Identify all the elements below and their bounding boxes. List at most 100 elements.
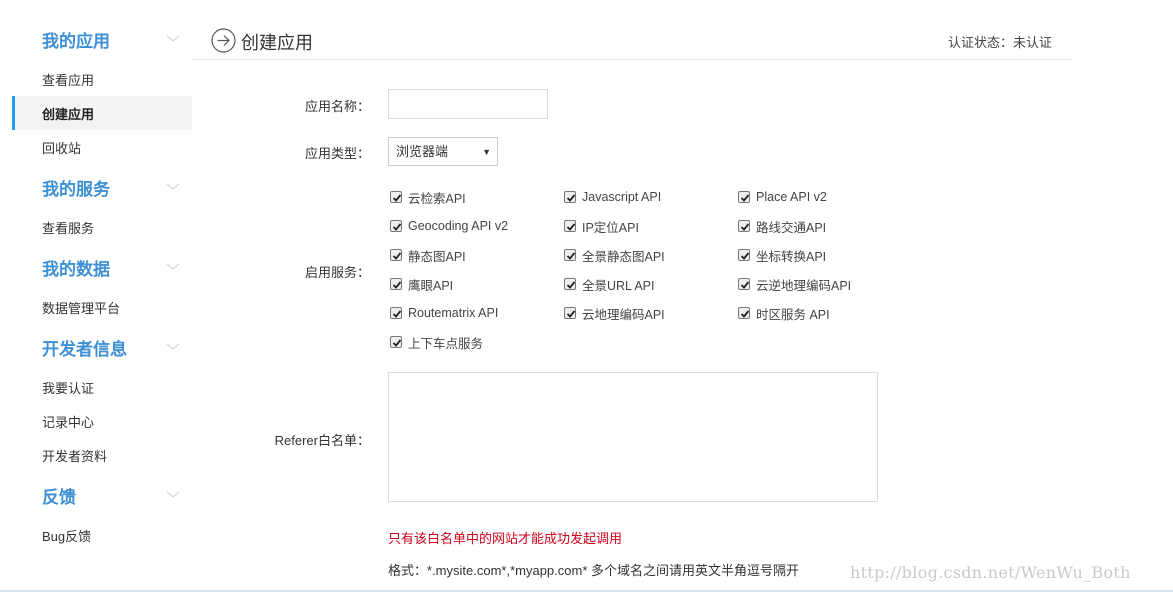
checkmark-icon — [392, 339, 402, 347]
page-title: 创建应用 — [241, 33, 313, 53]
service-label: Place API v2 — [756, 190, 827, 204]
service-label: IP定位API — [582, 220, 639, 235]
sidebar-section-my-data[interactable]: 我的数据 — [12, 244, 192, 290]
service-label: 静态图API — [408, 249, 466, 264]
checkmark-icon — [740, 310, 750, 318]
referer-warning-text: 只有该白名单中的网站才能成功发起调用 — [388, 531, 623, 546]
sidebar-item-create-app[interactable]: 创建应用 — [12, 96, 192, 130]
checkmark-icon — [392, 194, 402, 202]
service-option[interactable]: 全景静态图API — [564, 246, 738, 264]
service-checkbox[interactable] — [390, 336, 402, 348]
checkmark-icon — [392, 223, 402, 231]
service-checkbox[interactable] — [390, 191, 402, 203]
service-label: 云逆地理编码API — [756, 278, 852, 293]
service-option[interactable]: 全景URL API — [564, 275, 738, 293]
app-name-label: 应用名称： — [304, 99, 370, 114]
app-name-input[interactable] — [388, 89, 548, 119]
checkmark-icon — [566, 252, 576, 260]
service-label: Routematrix API — [408, 306, 499, 320]
watermark: http://blog.csdn.net/WenWu_Both — [850, 563, 1131, 582]
sidebar-item-developer-profile[interactable]: 开发者资料 — [12, 438, 192, 472]
service-checkbox[interactable] — [564, 249, 576, 261]
dropdown-arrow-icon: ▼ — [482, 147, 491, 157]
service-option[interactable]: 鹰眼API — [390, 275, 564, 293]
service-option[interactable]: 云地理编码API — [564, 304, 738, 322]
services-checkbox-group: 云检索API Javascript API Place API v2 Geocodin… — [390, 188, 910, 362]
sidebar-section-title: 我的数据 — [42, 259, 110, 279]
service-option[interactable]: Javascript API — [564, 188, 738, 206]
services-label: 启用服务： — [304, 265, 370, 280]
service-option[interactable]: 上下车点服务 — [390, 333, 564, 351]
service-checkbox[interactable] — [738, 307, 750, 319]
service-checkbox[interactable] — [564, 220, 576, 232]
service-checkbox[interactable] — [390, 307, 402, 319]
chevron-down-icon — [166, 183, 180, 190]
sidebar-section-title: 开发者信息 — [42, 339, 127, 359]
checkmark-icon — [566, 310, 576, 318]
service-label: 路线交通API — [756, 220, 827, 235]
service-checkbox[interactable] — [564, 191, 576, 203]
checkmark-icon — [566, 194, 576, 202]
service-option[interactable]: 静态图API — [390, 246, 564, 264]
sidebar-item-view-apps[interactable]: 查看应用 — [12, 62, 192, 96]
service-option[interactable]: 云逆地理编码API — [738, 275, 910, 293]
service-checkbox[interactable] — [738, 249, 750, 261]
service-checkbox[interactable] — [390, 249, 402, 261]
chevron-down-icon — [166, 491, 180, 498]
service-option[interactable]: Place API v2 — [738, 188, 910, 206]
arrow-right-circle-icon — [211, 28, 236, 53]
service-label: 云检索API — [408, 191, 466, 206]
checkmark-icon — [740, 194, 750, 202]
checkmark-icon — [566, 281, 576, 289]
sidebar-section-my-services[interactable]: 我的服务 — [12, 164, 192, 210]
service-option[interactable]: IP定位API — [564, 217, 738, 235]
service-label: 全景URL API — [582, 278, 655, 293]
chevron-down-icon — [166, 263, 180, 270]
app-type-label: 应用类型： — [304, 146, 370, 161]
service-label: 鹰眼API — [408, 278, 454, 293]
service-option[interactable]: 时区服务 API — [738, 304, 910, 322]
app-type-select[interactable]: 浏览器端 ▼ — [388, 137, 498, 166]
bottom-divider — [0, 590, 1173, 592]
service-option[interactable]: 路线交通API — [738, 217, 910, 235]
app-type-selected-value: 浏览器端 — [396, 144, 449, 159]
service-checkbox[interactable] — [390, 220, 402, 232]
service-label: 时区服务 API — [756, 307, 830, 322]
service-checkbox[interactable] — [738, 191, 750, 203]
sidebar-section-feedback[interactable]: 反馈 — [12, 472, 192, 518]
service-checkbox[interactable] — [738, 220, 750, 232]
service-option[interactable]: Routematrix API — [390, 304, 564, 322]
sidebar: 我的应用 查看应用 创建应用 回收站 我的服务 查看服务 我的数据 数据管理平台… — [12, 16, 192, 552]
referer-whitelist-textarea[interactable] — [388, 372, 878, 502]
service-option[interactable]: 云检索API — [390, 188, 564, 206]
sidebar-item-bug-feedback[interactable]: Bug反馈 — [12, 518, 192, 552]
sidebar-item-records[interactable]: 记录中心 — [12, 404, 192, 438]
checkmark-icon — [392, 281, 402, 289]
service-checkbox[interactable] — [390, 278, 402, 290]
sidebar-item-view-services[interactable]: 查看服务 — [12, 210, 192, 244]
checkmark-icon — [740, 252, 750, 260]
sidebar-section-title: 我的应用 — [42, 31, 110, 51]
checkmark-icon — [740, 223, 750, 231]
service-checkbox[interactable] — [738, 278, 750, 290]
sidebar-section-title: 我的服务 — [42, 179, 110, 199]
sidebar-section-my-apps[interactable]: 我的应用 — [12, 16, 192, 62]
service-label: 上下车点服务 — [408, 336, 484, 351]
service-checkbox[interactable] — [564, 278, 576, 290]
sidebar-item-recycle-bin[interactable]: 回收站 — [12, 130, 192, 164]
referer-format-hint: 格式：*.mysite.com*,*myapp.com* 多个域名之间请用英文半… — [388, 563, 799, 578]
checkmark-icon — [392, 252, 402, 260]
chevron-down-icon — [166, 343, 180, 350]
service-label: Geocoding API v2 — [408, 219, 509, 233]
checkmark-icon — [392, 310, 402, 318]
service-label: 坐标转换API — [756, 249, 827, 264]
certification-status: 认证状态：未认证 — [947, 35, 1052, 50]
service-option[interactable]: Geocoding API v2 — [390, 217, 564, 235]
sidebar-section-developer-info[interactable]: 开发者信息 — [12, 324, 192, 370]
service-option[interactable]: 坐标转换API — [738, 246, 910, 264]
sidebar-item-data-platform[interactable]: 数据管理平台 — [12, 290, 192, 324]
sidebar-item-certify[interactable]: 我要认证 — [12, 370, 192, 404]
chevron-down-icon — [166, 35, 180, 42]
sidebar-section-title: 反馈 — [42, 487, 76, 507]
service-checkbox[interactable] — [564, 307, 576, 319]
